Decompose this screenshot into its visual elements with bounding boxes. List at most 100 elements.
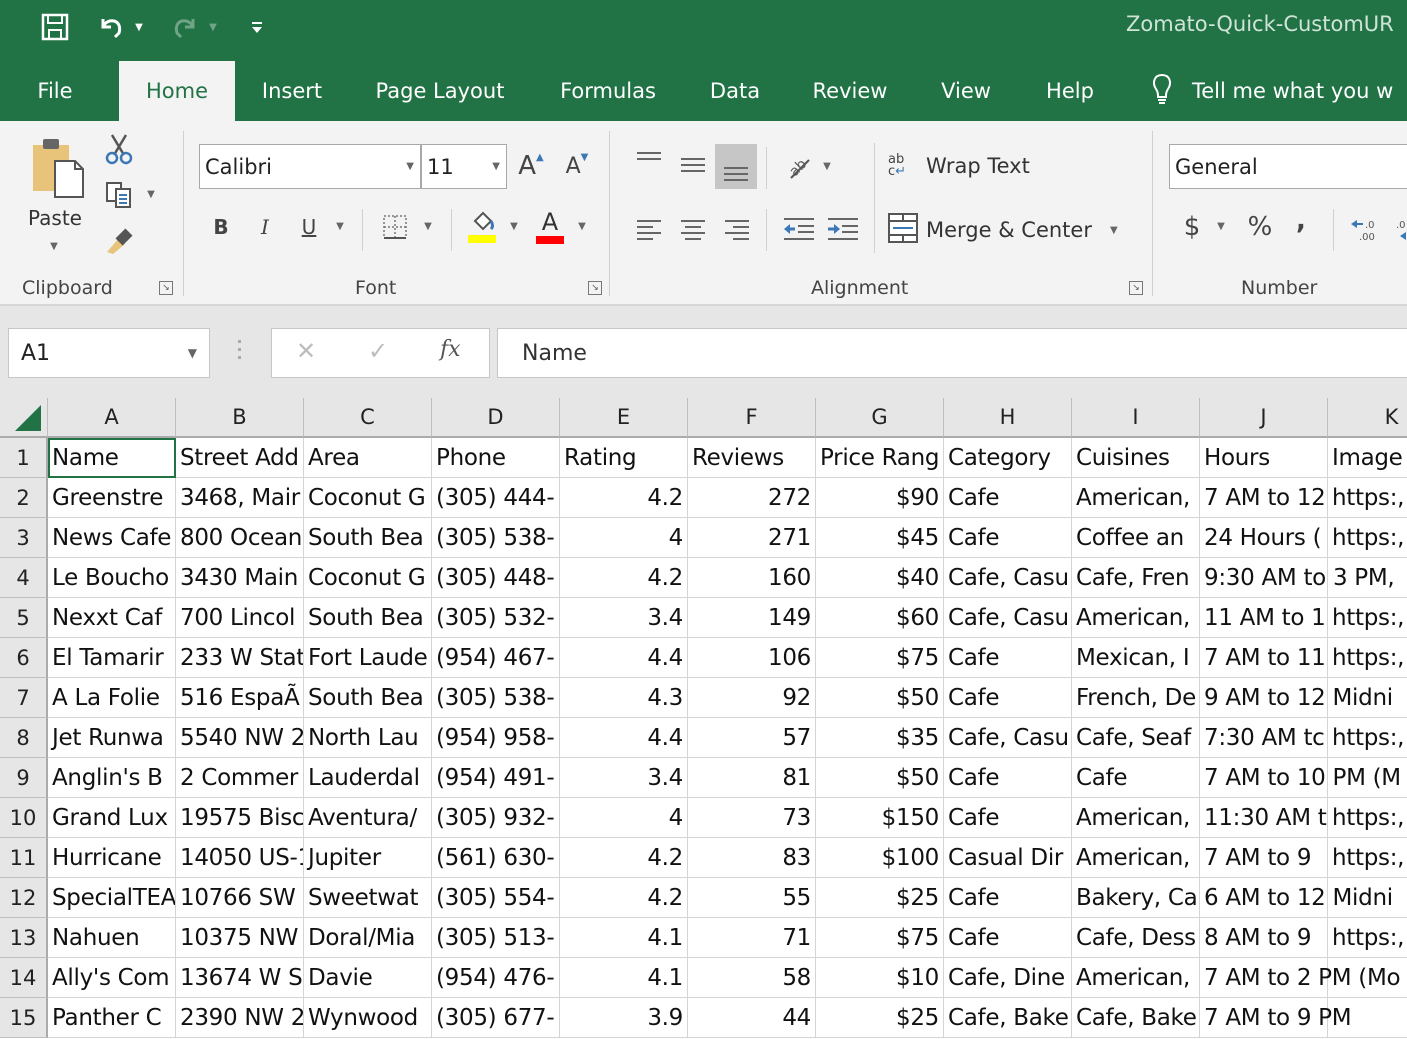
format-painter-icon[interactable] xyxy=(100,221,138,257)
table-cell[interactable]: 83 xyxy=(688,838,816,878)
table-cell[interactable]: 8 AM to 9 xyxy=(1200,918,1328,958)
table-cell[interactable]: American, xyxy=(1072,478,1200,518)
copy-dropdown-icon[interactable]: ▼ xyxy=(144,187,158,201)
orientation-icon[interactable]: ab xyxy=(780,147,816,183)
currency-button[interactable]: $ xyxy=(1178,209,1206,245)
row-header[interactable]: 3 xyxy=(0,518,48,558)
table-cell[interactable]: $150 xyxy=(816,798,944,838)
table-cell[interactable]: (954) 476- xyxy=(432,958,560,998)
table-cell[interactable]: 92 xyxy=(688,678,816,718)
table-cell[interactable]: Cafe xyxy=(944,878,1072,918)
column-header-f[interactable]: F xyxy=(688,398,816,438)
table-cell[interactable]: Nahuen xyxy=(48,918,176,958)
table-cell[interactable]: (305) 554- xyxy=(432,878,560,918)
bold-button[interactable]: B xyxy=(206,209,236,245)
table-cell[interactable]: (954) 958- xyxy=(432,718,560,758)
table-cell[interactable]: 7 AM to 10 PM (M xyxy=(1200,758,1401,798)
borders-icon[interactable] xyxy=(378,209,412,245)
table-cell[interactable]: Coffee an xyxy=(1072,518,1200,558)
redo-dropdown-icon[interactable]: ▼ xyxy=(206,10,220,44)
align-left-icon[interactable] xyxy=(630,211,668,247)
italic-button[interactable]: I xyxy=(250,209,280,245)
row-header[interactable]: 12 xyxy=(0,878,48,918)
currency-dropdown-icon[interactable]: ▼ xyxy=(1214,219,1228,233)
table-cell[interactable]: $60 xyxy=(816,598,944,638)
table-cell[interactable]: 4.2 xyxy=(560,838,688,878)
header-cell[interactable]: Area xyxy=(304,438,432,478)
clipboard-launcher-icon[interactable]: ↘ xyxy=(159,281,173,295)
redo-icon[interactable] xyxy=(168,10,200,44)
table-cell[interactable]: Cafe xyxy=(944,518,1072,558)
row-header[interactable]: 8 xyxy=(0,718,48,758)
table-cell[interactable]: American, xyxy=(1072,798,1200,838)
table-cell[interactable]: South Bea xyxy=(304,598,432,638)
table-cell[interactable]: Greenstre xyxy=(48,478,176,518)
table-cell[interactable]: (305) 448- xyxy=(432,558,560,598)
table-cell[interactable]: 11:30 AM t xyxy=(1200,798,1328,838)
table-cell[interactable]: 4.2 xyxy=(560,478,688,518)
header-cell[interactable]: Cuisines xyxy=(1072,438,1200,478)
column-header-h[interactable]: H xyxy=(944,398,1072,438)
paste-icon[interactable] xyxy=(22,133,92,203)
merge-dropdown-icon[interactable]: ▼ xyxy=(1110,225,1118,236)
font-color-icon[interactable]: A xyxy=(532,207,568,247)
fill-color-dropdown-icon[interactable]: ▼ xyxy=(506,219,522,233)
tab-help[interactable]: Help xyxy=(1032,61,1108,121)
table-cell[interactable]: Cafe xyxy=(1072,758,1200,798)
table-cell[interactable]: South Bea xyxy=(304,518,432,558)
table-cell[interactable]: 9:30 AM to 3 PM, xyxy=(1200,558,1395,598)
table-cell[interactable]: A La Folie xyxy=(48,678,176,718)
table-cell[interactable]: (954) 467- xyxy=(432,638,560,678)
table-cell[interactable]: Coconut G xyxy=(304,558,432,598)
table-cell[interactable]: 4.1 xyxy=(560,958,688,998)
table-cell[interactable]: North Lau xyxy=(304,718,432,758)
tab-insert[interactable]: Insert xyxy=(250,61,334,121)
row-header[interactable]: 13 xyxy=(0,918,48,958)
table-cell[interactable]: $35 xyxy=(816,718,944,758)
table-cell[interactable]: Cafe, Dess xyxy=(1072,918,1200,958)
table-cell[interactable]: (305) 932- xyxy=(432,798,560,838)
table-cell[interactable]: News Cafe xyxy=(48,518,176,558)
table-cell[interactable]: 24 Hours ( xyxy=(1200,518,1328,558)
table-cell[interactable]: Cafe, Bake xyxy=(1072,998,1200,1038)
paste-button[interactable]: Paste xyxy=(18,203,92,233)
table-cell[interactable]: $75 xyxy=(816,638,944,678)
row-header[interactable]: 14 xyxy=(0,958,48,998)
table-cell[interactable]: 4 xyxy=(560,798,688,838)
table-cell[interactable]: https:, xyxy=(1328,838,1407,878)
table-cell[interactable]: 7 AM to 9 PM xyxy=(1200,998,1352,1038)
table-cell[interactable]: Sweetwat xyxy=(304,878,432,918)
table-cell[interactable]: Aventura/ xyxy=(304,798,432,838)
table-cell[interactable]: Bakery, Ca xyxy=(1072,878,1200,918)
table-cell[interactable]: 2 Commer xyxy=(176,758,304,798)
table-cell[interactable]: https:, xyxy=(1328,478,1407,518)
orientation-dropdown-icon[interactable]: ▼ xyxy=(820,159,834,173)
row-header[interactable]: 11 xyxy=(0,838,48,878)
table-cell[interactable]: $100 xyxy=(816,838,944,878)
table-cell[interactable]: Cafe xyxy=(944,918,1072,958)
table-cell[interactable]: (954) 491- xyxy=(432,758,560,798)
table-cell[interactable]: 2390 NW 2 xyxy=(176,998,304,1038)
table-cell[interactable]: Ally's Com xyxy=(48,958,176,998)
table-cell[interactable]: Le Boucho xyxy=(48,558,176,598)
table-cell[interactable]: https:, xyxy=(1328,518,1407,558)
wrap-text-button[interactable]: ab c↵ Wrap Text xyxy=(888,147,1058,185)
table-cell[interactable]: 4.2 xyxy=(560,558,688,598)
table-cell[interactable]: 149 xyxy=(688,598,816,638)
table-cell[interactable]: Anglin's B xyxy=(48,758,176,798)
table-cell[interactable]: $50 xyxy=(816,678,944,718)
table-cell[interactable]: 800 Ocean xyxy=(176,518,304,558)
table-cell[interactable]: $45 xyxy=(816,518,944,558)
column-header-e[interactable]: E xyxy=(560,398,688,438)
table-cell[interactable]: Cafe, Seaf xyxy=(1072,718,1200,758)
table-cell[interactable]: 71 xyxy=(688,918,816,958)
table-cell[interactable]: (561) 630- xyxy=(432,838,560,878)
table-cell[interactable]: 11 AM to 1 xyxy=(1200,598,1328,638)
merge-center-button[interactable]: Merge & Center ▼ xyxy=(888,209,1138,251)
table-cell[interactable]: Mexican, I xyxy=(1072,638,1200,678)
underline-dropdown-icon[interactable]: ▼ xyxy=(332,219,348,233)
table-cell[interactable]: 7 AM to 9 xyxy=(1200,838,1328,878)
table-cell[interactable]: 3430 Main xyxy=(176,558,304,598)
table-cell[interactable]: Cafe, Casu xyxy=(944,718,1072,758)
table-cell[interactable]: 272 xyxy=(688,478,816,518)
